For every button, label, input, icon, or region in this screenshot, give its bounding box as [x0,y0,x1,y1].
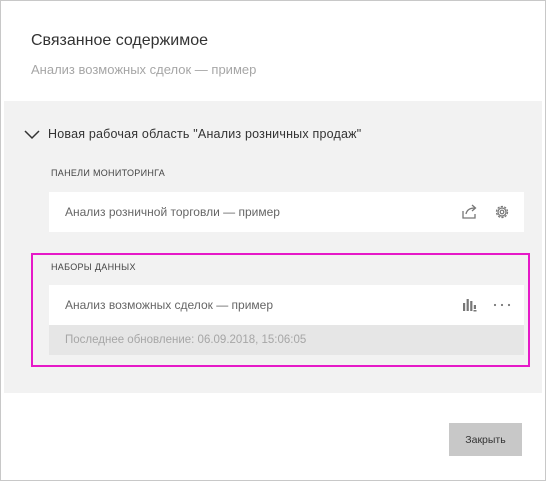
share-icon[interactable] [460,202,480,222]
dataset-refresh-info: Последнее обновление: 06.09.2018, 15:06:… [49,325,524,355]
datasets-header: НАБОРЫ ДАННЫХ [51,262,136,272]
workspace-label: Новая рабочая область "Анализ розничных … [48,127,362,141]
dataset-item-label: Анализ возможных сделок — пример [65,298,274,312]
last-refresh-text: Последнее обновление: 06.09.2018, 15:06:… [65,334,307,346]
workspace-toggle[interactable]: Новая рабочая область "Анализ розничных … [24,127,361,141]
chevron-down-icon [24,130,40,140]
dialog-title: Связанное содержимое [31,32,208,49]
content-panel: Новая рабочая область "Анализ розничных … [4,101,542,393]
more-options-icon[interactable] [492,295,512,315]
dialog-subtitle: Анализ возможных сделок — пример [31,62,257,77]
create-report-icon[interactable] [460,295,480,315]
dashboard-item[interactable]: Анализ розничной торговли — пример [49,192,524,232]
related-content-dialog: Связанное содержимое Анализ возможных сд… [0,0,546,481]
dashboard-item-label: Анализ розничной торговли — пример [65,205,280,219]
gear-icon[interactable] [492,202,512,222]
dashboards-header: ПАНЕЛИ МОНИТОРИНГА [51,168,166,178]
dataset-item[interactable]: Анализ возможных сделок — пример [49,285,524,325]
close-button[interactable]: Закрыть [449,423,522,456]
